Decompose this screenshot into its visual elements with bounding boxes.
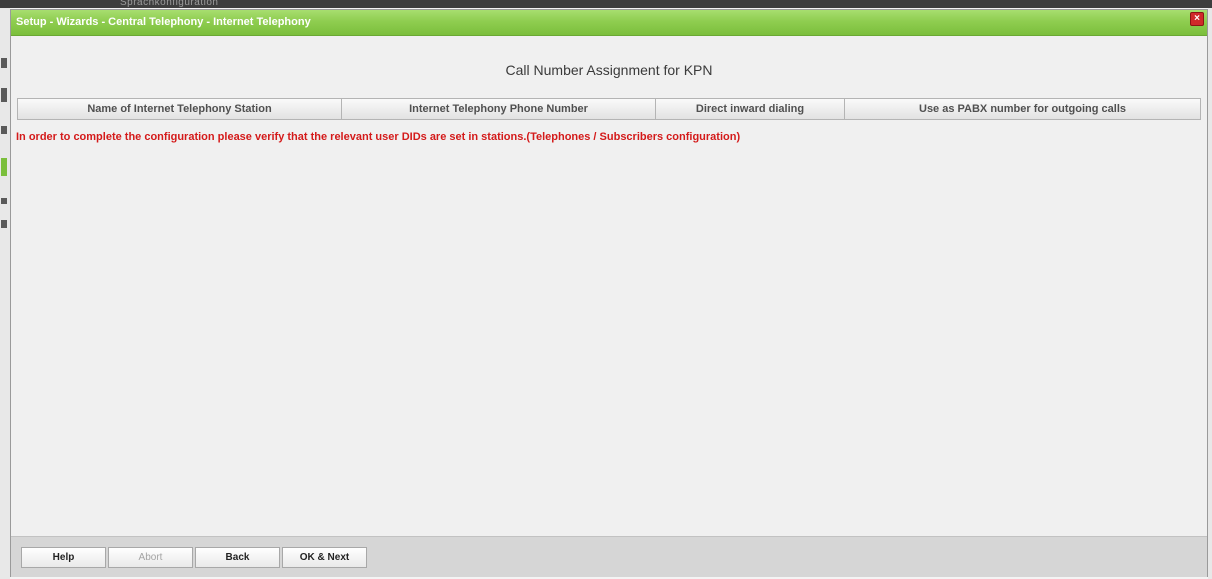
background-mark xyxy=(1,126,7,134)
background-mark xyxy=(1,198,7,204)
call-number-table-header: Name of Internet Telephony Station Inter… xyxy=(17,98,1201,120)
column-header-pabx-number[interactable]: Use as PABX number for outgoing calls xyxy=(845,99,1200,119)
dialog-footer: Help Abort Back OK & Next xyxy=(11,536,1207,577)
background-mark xyxy=(1,158,7,176)
dialog-titlebar: Setup - Wizards - Central Telephony - In… xyxy=(11,10,1207,36)
close-icon[interactable]: × xyxy=(1190,12,1204,26)
background-mark xyxy=(1,58,7,68)
background-header-strip: Sprachkonfiguration xyxy=(0,0,1212,8)
help-button[interactable]: Help xyxy=(21,547,106,568)
background-right-edge xyxy=(1208,8,1212,579)
dialog-title: Setup - Wizards - Central Telephony - In… xyxy=(16,16,311,28)
column-header-phone-number[interactable]: Internet Telephony Phone Number xyxy=(342,99,656,119)
background-left-edge xyxy=(0,8,10,579)
abort-button[interactable]: Abort xyxy=(108,547,193,568)
wizard-dialog: Setup - Wizards - Central Telephony - In… xyxy=(10,9,1208,577)
background-mark xyxy=(1,220,7,228)
back-button[interactable]: Back xyxy=(195,547,280,568)
column-header-station-name[interactable]: Name of Internet Telephony Station xyxy=(18,99,342,119)
page-heading: Call Number Assignment for KPN xyxy=(505,62,713,78)
background-strip-text: Sprachkonfiguration xyxy=(120,0,219,8)
configuration-notice: In order to complete the configuration p… xyxy=(16,131,741,143)
column-header-direct-inward-dialing[interactable]: Direct inward dialing xyxy=(656,99,845,119)
ok-next-button[interactable]: OK & Next xyxy=(282,547,367,568)
background-mark xyxy=(1,88,7,102)
